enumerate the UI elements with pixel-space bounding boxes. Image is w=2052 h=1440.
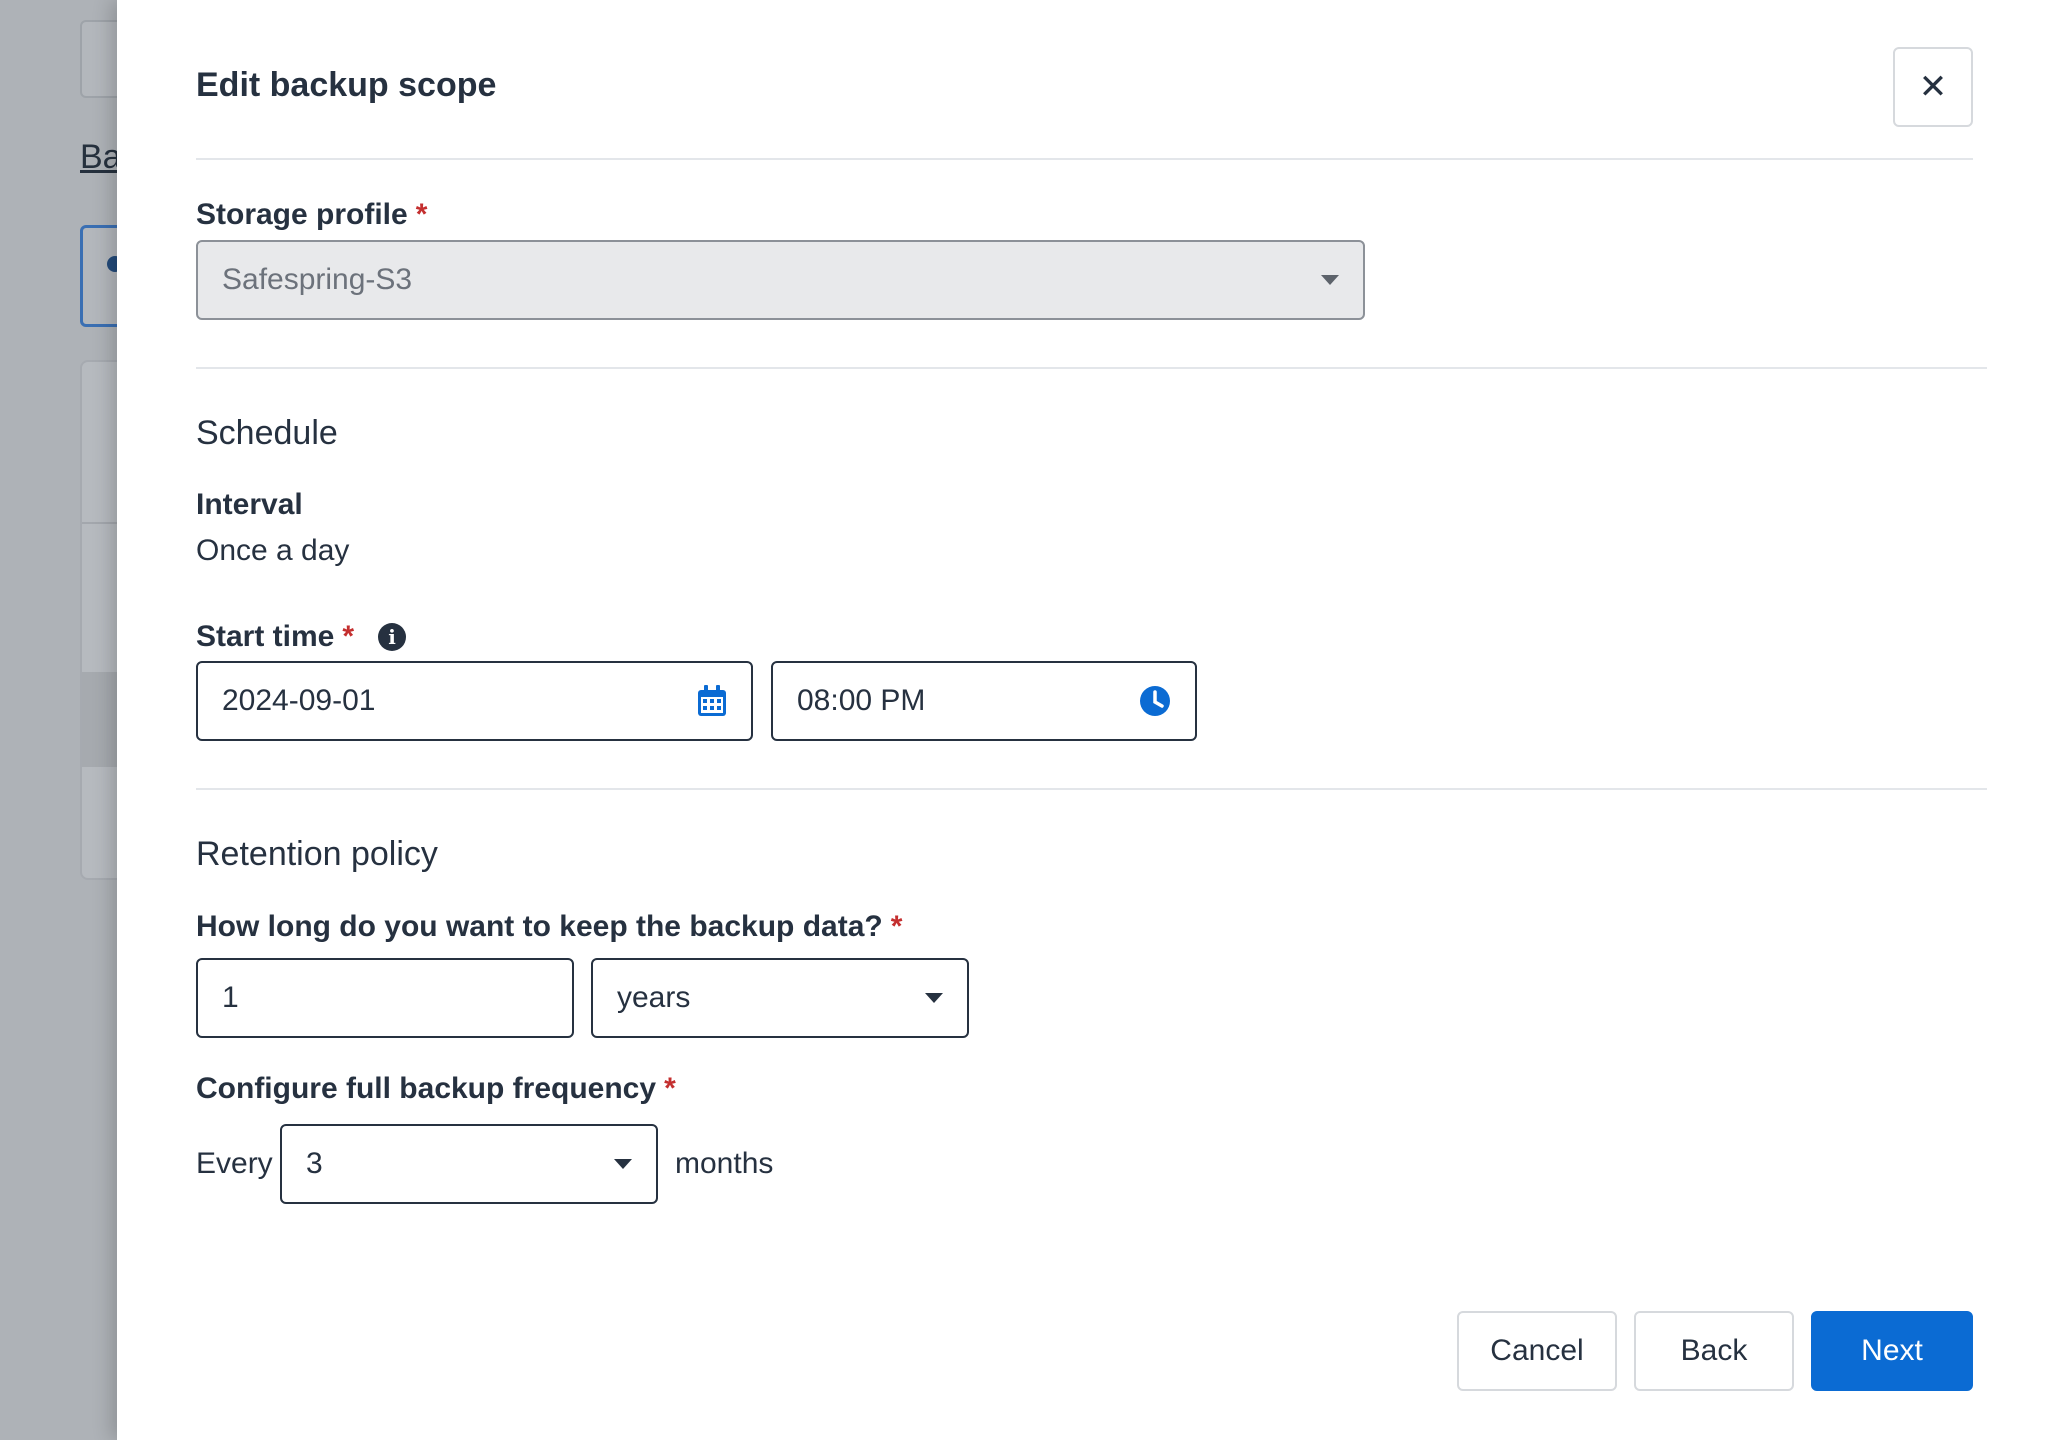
every-label: Every <box>196 1147 273 1180</box>
storage-profile-label: Storage profile * <box>196 198 428 231</box>
required-mark: * <box>342 620 355 653</box>
next-button[interactable]: Next <box>1811 1311 1973 1391</box>
edit-backup-scope-drawer: Edit backup scope ✕ Storage profile * Saf… <box>117 0 2052 1440</box>
start-date-input[interactable]: 2024-09-01 <box>196 661 753 741</box>
retention-policy-heading: Retention policy <box>196 835 438 873</box>
section-divider <box>196 367 1987 369</box>
keep-amount-value: 1 <box>222 981 239 1014</box>
months-label: months <box>675 1147 774 1180</box>
section-divider <box>196 788 1987 790</box>
full-backup-frequency-value: 3 <box>306 1147 323 1180</box>
background-breadcrumb: Ba <box>80 138 122 176</box>
full-backup-frequency-select[interactable]: 3 <box>280 1124 658 1204</box>
start-time-label: Start time * i <box>196 620 407 654</box>
required-mark: * <box>890 910 903 943</box>
keep-duration-label: How long do you want to keep the backup … <box>196 910 903 943</box>
required-mark: * <box>664 1072 676 1105</box>
dialog-title: Edit backup scope <box>196 66 497 104</box>
required-mark: * <box>415 198 428 231</box>
keep-unit-value: years <box>617 981 691 1014</box>
chevron-down-icon <box>925 993 943 1003</box>
keep-amount-input[interactable]: 1 <box>196 958 574 1038</box>
back-button[interactable]: Back <box>1634 1311 1794 1391</box>
calendar-icon[interactable] <box>697 685 727 717</box>
clock-icon[interactable] <box>1139 685 1171 717</box>
close-icon: ✕ <box>1918 68 1948 106</box>
info-icon[interactable]: i <box>378 623 407 651</box>
chevron-down-icon <box>1321 275 1339 285</box>
schedule-heading: Schedule <box>196 414 338 452</box>
interval-value: Once a day <box>196 534 350 567</box>
start-date-value: 2024-09-01 <box>222 684 376 717</box>
storage-profile-value: Safespring-S3 <box>222 263 413 296</box>
start-time-input[interactable]: 08:00 PM <box>771 661 1197 741</box>
interval-label: Interval <box>196 488 303 521</box>
chevron-down-icon <box>614 1159 632 1169</box>
header-divider <box>196 158 1973 160</box>
full-backup-frequency-label: Configure full backup frequency * <box>196 1072 676 1105</box>
start-time-value: 08:00 PM <box>797 684 926 717</box>
keep-unit-select[interactable]: years <box>591 958 969 1038</box>
cancel-button[interactable]: Cancel <box>1457 1311 1617 1391</box>
storage-profile-select: Safespring-S3 <box>196 240 1365 320</box>
close-button[interactable]: ✕ <box>1893 47 1973 127</box>
